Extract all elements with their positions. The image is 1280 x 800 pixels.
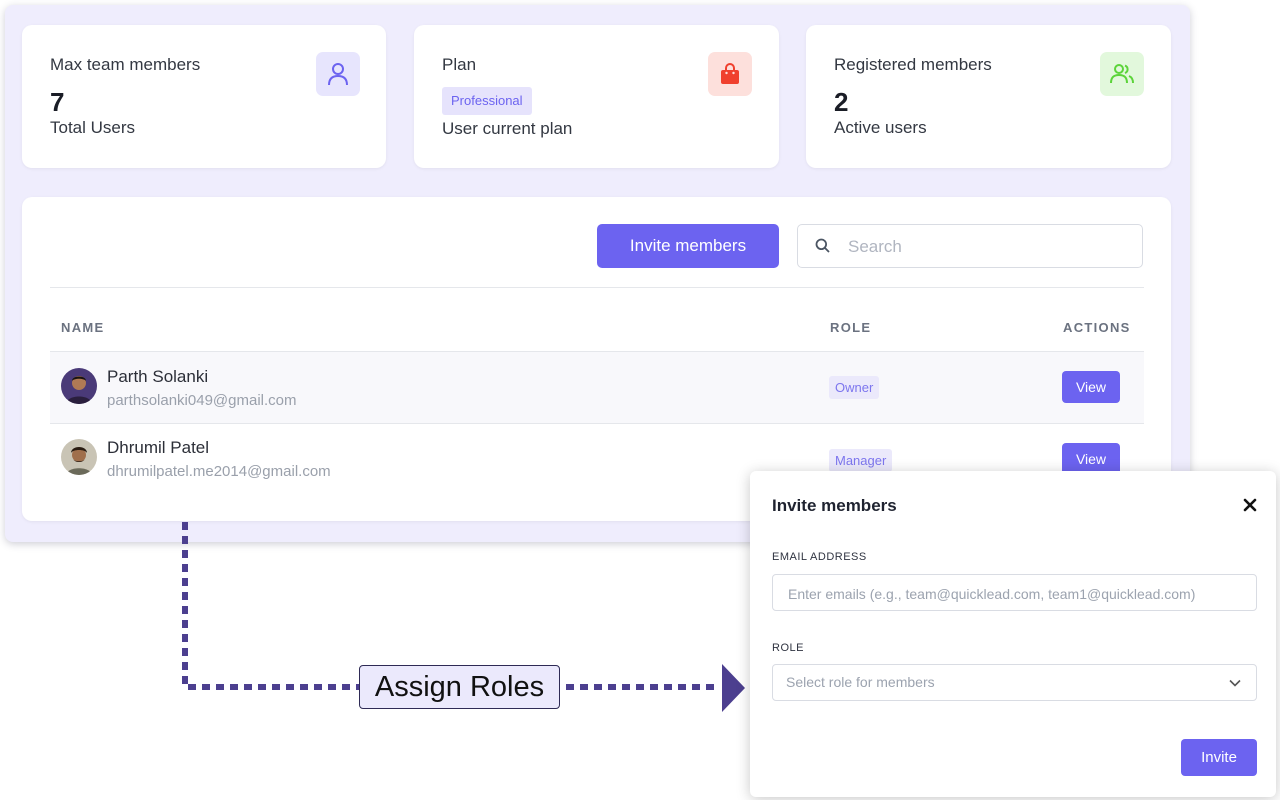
email-field[interactable]	[772, 574, 1257, 612]
annotation-label: Assign Roles	[359, 665, 560, 709]
email-label: EMAIL ADDRESS	[772, 551, 867, 563]
role-select[interactable]: Select role for members	[772, 664, 1257, 701]
arrow-head-icon	[722, 664, 745, 712]
close-icon[interactable]	[1238, 493, 1262, 517]
chevron-down-icon	[1228, 676, 1242, 694]
modal-title: Invite members	[772, 496, 897, 515]
role-label: ROLE	[772, 642, 804, 654]
invite-submit-button[interactable]: Invite	[1181, 739, 1257, 776]
role-select-placeholder: Select role for members	[786, 674, 935, 690]
invite-members-modal: Invite members EMAIL ADDRESS ROLE Select…	[750, 471, 1276, 797]
email-input[interactable]	[786, 575, 1245, 612]
